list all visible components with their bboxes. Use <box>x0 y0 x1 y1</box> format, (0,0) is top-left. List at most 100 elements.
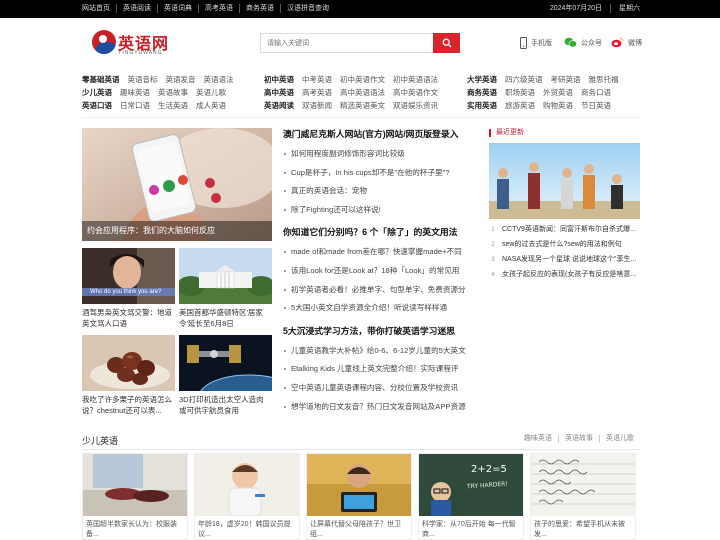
recent-item-title[interactable]: sew的过去式是什么?sew的用法和例句 <box>502 237 622 252</box>
nav-item[interactable]: 商务口语 <box>581 87 611 98</box>
nav-item[interactable]: 购物英语 <box>543 100 573 111</box>
nav-item[interactable]: 初中英语语法 <box>393 74 438 85</box>
nav-head[interactable]: 零基础英语 <box>82 74 120 85</box>
kids-card[interactable]: 年龄18，虚岁20！韩国议员提议... <box>194 453 300 540</box>
headline-item[interactable]: made of和made from差在哪？快速掌握made+不同 <box>283 243 478 262</box>
rank-number: 3 <box>491 257 495 263</box>
thumb-title[interactable]: 我吃了许多栗子的英语怎么说？chestnut还可以表... <box>82 394 175 416</box>
thumb-title[interactable]: 3D打印机造出太空人造肉 或可供宇航员食用 <box>179 394 272 416</box>
top-link-home[interactable]: 网站首页 <box>82 4 116 13</box>
headline-item[interactable]: Cup是杯子，In his cups却不是"在他的杯子里"? <box>283 164 478 183</box>
nav-row: 商务英语 职场英语 外贸英语 商务口语 <box>467 86 627 99</box>
card-title[interactable]: 科学家：从70后开始 每一代智商... <box>419 516 523 539</box>
nav-item[interactable]: 趣味英语 <box>120 87 150 98</box>
top-link-dictionary[interactable]: 英语词典 <box>157 4 198 13</box>
nav-item[interactable]: 精选英语美文 <box>340 100 385 111</box>
headline-title[interactable]: 你知道它们分别吗？6 个「除了」的英文用法 <box>283 225 478 239</box>
tab-stories[interactable]: 英语故事 <box>558 435 599 443</box>
news-thumb[interactable]: 我吃了许多栗子的英语怎么说？chestnut还可以表... <box>82 335 175 416</box>
nav-item[interactable]: 雅思托福 <box>589 74 619 85</box>
recent-item-title[interactable]: NASA发现另一个星球 说说地球这个"孪生... <box>502 252 636 267</box>
top-link-gaokao[interactable]: 高考英语 <box>198 4 239 13</box>
nav-item[interactable]: 中考英语 <box>302 74 332 85</box>
nav-item[interactable]: 双语新闻 <box>302 100 332 111</box>
quick-weibo[interactable]: 微博 <box>611 37 642 48</box>
headline-item[interactable]: 想学道地的日文发音？热门日文发音网站及APP资源 <box>283 398 478 417</box>
nav-item[interactable]: 节日英语 <box>581 100 611 111</box>
nav-item[interactable]: 四六级英语 <box>505 74 543 85</box>
nav-item[interactable]: 英语发音 <box>166 74 196 85</box>
nav-head[interactable]: 大学英语 <box>467 74 497 85</box>
headline-title[interactable]: 澳门威尼克斯人网站(官方)网站/网页版登录入 <box>283 127 478 141</box>
nav-head[interactable]: 少儿英语 <box>82 87 112 98</box>
nav-head[interactable]: 英语口语 <box>82 100 112 111</box>
recent-item[interactable]: 1 CCTV9英语新闻：同富汗斯布尔自杀式爆... <box>489 222 640 237</box>
top-link-business[interactable]: 商务英语 <box>239 4 280 13</box>
section-title[interactable]: 少儿英语 <box>82 434 118 447</box>
thumb-title[interactable]: 酒驾男枭英文骂交警：地道英文骂人口语 <box>82 307 175 329</box>
nav-item[interactable]: 英语语法 <box>204 74 234 85</box>
nav-item[interactable]: 高考英语 <box>302 87 332 98</box>
news-thumb[interactable]: 3D打印机造出太空人造肉 或可供宇航员食用 <box>179 335 272 416</box>
headline-item[interactable]: 初学英语者必看！必推单字、句型单字、免费资源分 <box>283 281 478 300</box>
nav-item[interactable]: 高中英语语法 <box>340 87 385 98</box>
recent-item-title[interactable]: CCTV9英语新闻：同富汗斯布尔自杀式爆... <box>502 222 636 237</box>
nav-item[interactable]: 日常口语 <box>120 100 150 111</box>
quick-wechat[interactable]: 公众号 <box>564 37 602 48</box>
headline-item[interactable]: 除了Fighting还可以这样说! <box>283 201 478 220</box>
nav-item[interactable]: 外贸英语 <box>543 87 573 98</box>
nav-head[interactable]: 高中英语 <box>264 87 294 98</box>
recent-item-title[interactable]: 女孩子起反应的表现(女孩子有反应是啥意... <box>502 267 636 282</box>
kids-card[interactable]: 孩子的思爱：希望手机从未被发... <box>530 453 636 540</box>
feature-slide[interactable]: 约会应用程序：我们的大脑如何反应 <box>82 128 272 241</box>
headline-item[interactable]: 真正的英语会话：宠物 <box>283 182 478 201</box>
nav-head[interactable]: 实用英语 <box>467 100 497 111</box>
nav-item[interactable]: 英语儿歌 <box>196 87 226 98</box>
top-link-reading[interactable]: 英语阅读 <box>116 4 157 13</box>
card-title[interactable]: 年龄18，虚岁20！韩国议员提议... <box>195 516 299 539</box>
search-input[interactable] <box>260 33 433 53</box>
thumb-title[interactable]: 美国首都华盛顿特区'居家令'延长至6月8日 <box>179 307 272 329</box>
kids-card[interactable]: 让屏幕代替父母陪孩子？世卫组... <box>306 453 412 540</box>
headline-item[interactable]: 5大国小英文自学资源全介绍！听说读写样样通 <box>283 299 478 318</box>
nav-item[interactable]: 职场英语 <box>505 87 535 98</box>
news-thumb[interactable]: Who do you think you are? 酒驾男枭英文骂交警：地道英文… <box>82 248 175 329</box>
kids-card[interactable]: 2+2=5 TRY HARDER! 科学家：从70后开始 每一代智商... <box>418 453 524 540</box>
headline-item[interactable]: 如何用程度副词修饰形容词比较级 <box>283 145 478 164</box>
recent-item[interactable]: 4 女孩子起反应的表现(女孩子有反应是啥意... <box>489 267 640 282</box>
tab-fun-english[interactable]: 趣味英语 <box>518 435 558 443</box>
nav-item[interactable]: 成人英语 <box>196 100 226 111</box>
headline-item[interactable]: Etalking Kids 儿童线上英文完整介绍！实际课程评 <box>283 360 478 379</box>
kids-card[interactable]: 英国超半数家长认为：校服装备... <box>82 453 188 540</box>
search-button[interactable] <box>433 33 460 53</box>
headline-item[interactable]: 该用Look for还是Look at？18种「Look」的常见用 <box>283 262 478 281</box>
nav-item[interactable]: 生活英语 <box>158 100 188 111</box>
headline-item[interactable]: 空中英语儿童英语课程内容、分校位置及学校资讯 <box>283 379 478 398</box>
card-title[interactable]: 孩子的思爱：希望手机从未被发... <box>531 516 635 539</box>
headline-item[interactable]: 儿童英语教学大补帖》给0-6、6-12岁儿童的5大英文 <box>283 342 478 361</box>
feature-caption[interactable]: 约会应用程序：我们的大脑如何反应 <box>82 221 272 241</box>
tab-songs[interactable]: 英语儿歌 <box>599 435 640 443</box>
nav-head[interactable]: 商务英语 <box>467 87 497 98</box>
nav-row: 大学英语 四六级英语 考研英语 雅思托福 <box>467 73 627 86</box>
recent-item[interactable]: 2 sew的过去式是什么?sew的用法和例句 <box>489 237 640 252</box>
nav-item[interactable]: 英语故事 <box>158 87 188 98</box>
nav-row: 高中英语 高考英语 高中英语语法 高中英语作文 <box>264 86 446 99</box>
quick-mobile[interactable]: 手机版 <box>520 37 552 49</box>
news-thumb[interactable]: 美国首都华盛顿特区'居家令'延长至6月8日 <box>179 248 272 329</box>
headline-title[interactable]: 5大沉浸式学习方法，带你打破英语学习迷思 <box>283 324 478 338</box>
site-logo[interactable]: 英语网 YINGYUWANG <box>92 30 182 58</box>
top-link-pinyin[interactable]: 汉语拼音查询 <box>280 4 335 13</box>
nav-item[interactable]: 高中英语作文 <box>393 87 438 98</box>
nav-item[interactable]: 双语娱乐资讯 <box>393 100 438 111</box>
recent-photo[interactable] <box>489 143 640 219</box>
nav-item[interactable]: 初中英语作文 <box>340 74 385 85</box>
card-title[interactable]: 英国超半数家长认为：校服装备... <box>83 516 187 539</box>
nav-head[interactable]: 初中英语 <box>264 74 294 85</box>
nav-item[interactable]: 考研英语 <box>551 74 581 85</box>
nav-head[interactable]: 英语阅读 <box>264 100 294 111</box>
nav-item[interactable]: 英语音标 <box>128 74 158 85</box>
nav-item[interactable]: 旅游英语 <box>505 100 535 111</box>
recent-item[interactable]: 3 NASA发现另一个星球 说说地球这个"孪生... <box>489 252 640 267</box>
card-title[interactable]: 让屏幕代替父母陪孩子？世卫组... <box>307 516 411 539</box>
